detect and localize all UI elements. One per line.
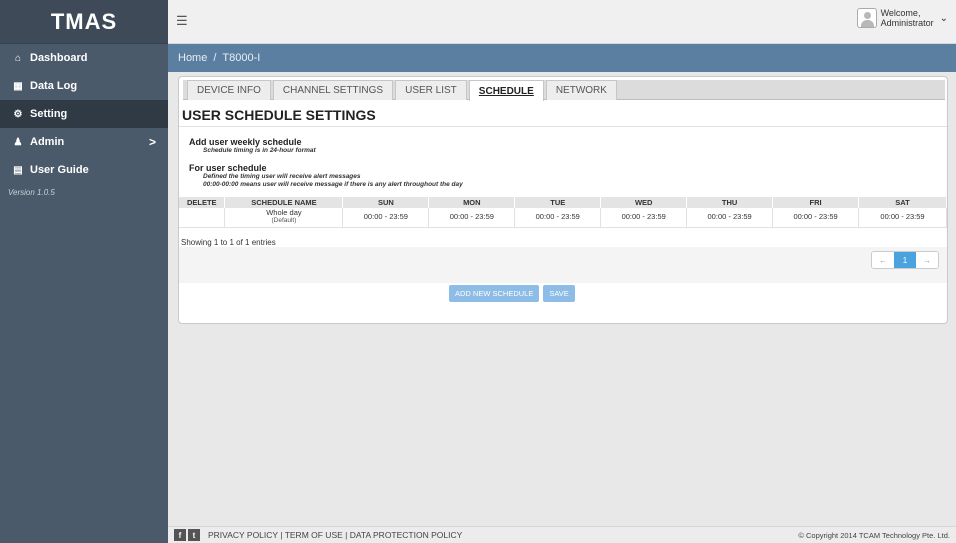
chevron-down-icon: ⌄	[939, 12, 948, 24]
top-bar: ☰ Welcome, Administrator ⌄	[168, 0, 956, 44]
twitter-icon[interactable]: t	[188, 529, 200, 541]
prev-page-button[interactable]: ←	[872, 252, 894, 268]
day-time-cell: 00:00 - 23:59	[600, 208, 688, 228]
schedule-table: DELETE SCHEDULE NAME SUN MON TUE WED THU…	[179, 197, 947, 228]
column-header: WED	[600, 197, 688, 208]
column-header: TUE	[514, 197, 602, 208]
table-header-row: DELETE SCHEDULE NAME SUN MON TUE WED THU…	[179, 197, 947, 208]
add-heading: Add user weekly schedule	[189, 137, 302, 147]
table-row[interactable]: Whole day (Default) 00:00 - 23:59 00:00 …	[179, 208, 947, 228]
user-menu[interactable]: Welcome, Administrator ⌄	[856, 8, 948, 28]
home-icon: ⌂	[14, 52, 22, 64]
footer-policy-links[interactable]: PRIVACY POLICY | TERM OF USE | DATA PROT…	[208, 530, 462, 540]
day-time-cell: 00:00 - 23:59	[772, 208, 860, 228]
copyright: © Copyright 2014 TCAM Technology Pte. Lt…	[798, 530, 950, 540]
sidebar: TMAS ⌂ Dashboard ▦ Data Log ⚙ Setting ♟ …	[0, 0, 168, 543]
welcome-label: Welcome,	[880, 8, 921, 18]
logo[interactable]: TMAS	[0, 0, 168, 44]
logo-text: TMAS	[50, 8, 118, 34]
tab-device-info[interactable]: DEVICE INFO	[187, 80, 271, 100]
day-time-cell: 00:00 - 23:59	[514, 208, 602, 228]
column-header: THU	[686, 197, 774, 208]
tab-bar: DEVICE INFO CHANNEL SETTINGS USER LIST S…	[183, 80, 945, 101]
column-header: DELETE	[179, 197, 226, 208]
column-header: SCHEDULE NAME	[224, 197, 344, 208]
column-header: SAT	[858, 197, 947, 208]
day-time-cell: 00:00 - 23:59	[686, 208, 774, 228]
tab-network[interactable]: NETWORK	[545, 80, 617, 100]
schedule-name-cell: Whole day (Default)	[224, 208, 344, 228]
breadcrumb-separator: /	[213, 52, 217, 64]
next-page-button[interactable]: →	[916, 252, 938, 268]
save-button[interactable]: SAVE	[543, 285, 575, 302]
username-label: Administrator	[880, 18, 934, 28]
sidebar-item-setting[interactable]: ⚙ Setting	[0, 100, 168, 128]
delete-cell[interactable]	[179, 208, 226, 228]
sidebar-item-label: Admin	[30, 136, 65, 148]
tab-user-list[interactable]: USER LIST	[395, 80, 467, 100]
avatar	[856, 8, 877, 28]
sidebar-item-dashboard[interactable]: ⌂ Dashboard	[0, 44, 168, 72]
user-schedule-info: For user schedule Defined the timing use…	[189, 163, 463, 189]
user-greeting: Welcome, Administrator	[881, 8, 934, 28]
schedule-card: DEVICE INFO CHANNEL SETTINGS USER LIST S…	[178, 76, 948, 324]
sidebar-item-label: Dashboard	[30, 52, 88, 64]
day-time-cell: 00:00 - 23:59	[858, 208, 947, 228]
footer: f t PRIVACY POLICY | TERM OF USE | DATA …	[168, 526, 956, 543]
day-time-cell: 00:00 - 23:59	[428, 208, 516, 228]
document-icon: ▤	[13, 164, 23, 176]
tab-schedule[interactable]: SCHEDULE	[468, 80, 544, 101]
add-new-schedule-button[interactable]: ADD NEW SCHEDULE	[449, 285, 540, 302]
facebook-icon[interactable]: f	[174, 529, 186, 541]
breadcrumb: Home / T8000-I	[168, 44, 956, 72]
for-note-2: 00:00-00:00 means user will receive mess…	[203, 181, 463, 188]
column-header: SUN	[342, 197, 430, 208]
for-heading: For user schedule	[189, 163, 267, 173]
for-note-1: Defined the timing user will receive ale…	[203, 173, 361, 180]
schedule-name-sub: (Default)	[271, 217, 297, 225]
action-buttons: ADD NEW SCHEDULE SAVE	[449, 285, 575, 302]
version-label: Version 1.0.5	[8, 188, 55, 197]
breadcrumb-current: T8000-I	[222, 52, 261, 64]
schedule-name: Whole day	[266, 208, 302, 218]
social-links: f t	[174, 529, 200, 541]
gear-icon: ⚙	[13, 108, 23, 120]
menu-toggle-icon[interactable]: ☰	[176, 13, 188, 29]
pagination: ← 1 →	[871, 251, 939, 269]
sidebar-item-user-guide[interactable]: ▤ User Guide	[0, 156, 168, 184]
day-time-cell: 00:00 - 23:59	[342, 208, 430, 228]
table-icon: ▦	[13, 80, 23, 92]
sidebar-item-admin[interactable]: ♟ Admin >	[0, 128, 168, 156]
sidebar-item-data-log[interactable]: ▦ Data Log	[0, 72, 168, 100]
column-header: FRI	[772, 197, 860, 208]
sidebar-item-label: Data Log	[30, 80, 78, 92]
column-header: MON	[428, 197, 516, 208]
user-icon: ♟	[13, 136, 23, 148]
sidebar-item-label: User Guide	[30, 164, 89, 176]
page-title: USER SCHEDULE SETTINGS	[182, 107, 376, 123]
add-schedule-info: Add user weekly schedule Schedule timing…	[189, 137, 316, 155]
divider	[179, 126, 947, 127]
page-1-button[interactable]: 1	[894, 252, 916, 268]
pager-background	[179, 247, 947, 283]
sidebar-item-label: Setting	[30, 108, 68, 120]
add-note: Schedule timing is in 24-hour format	[203, 147, 316, 154]
entries-info: Showing 1 to 1 of 1 entries	[181, 238, 276, 247]
chevron-right-icon: >	[148, 135, 156, 149]
breadcrumb-home[interactable]: Home	[178, 52, 207, 64]
tab-channel-settings[interactable]: CHANNEL SETTINGS	[272, 80, 394, 100]
